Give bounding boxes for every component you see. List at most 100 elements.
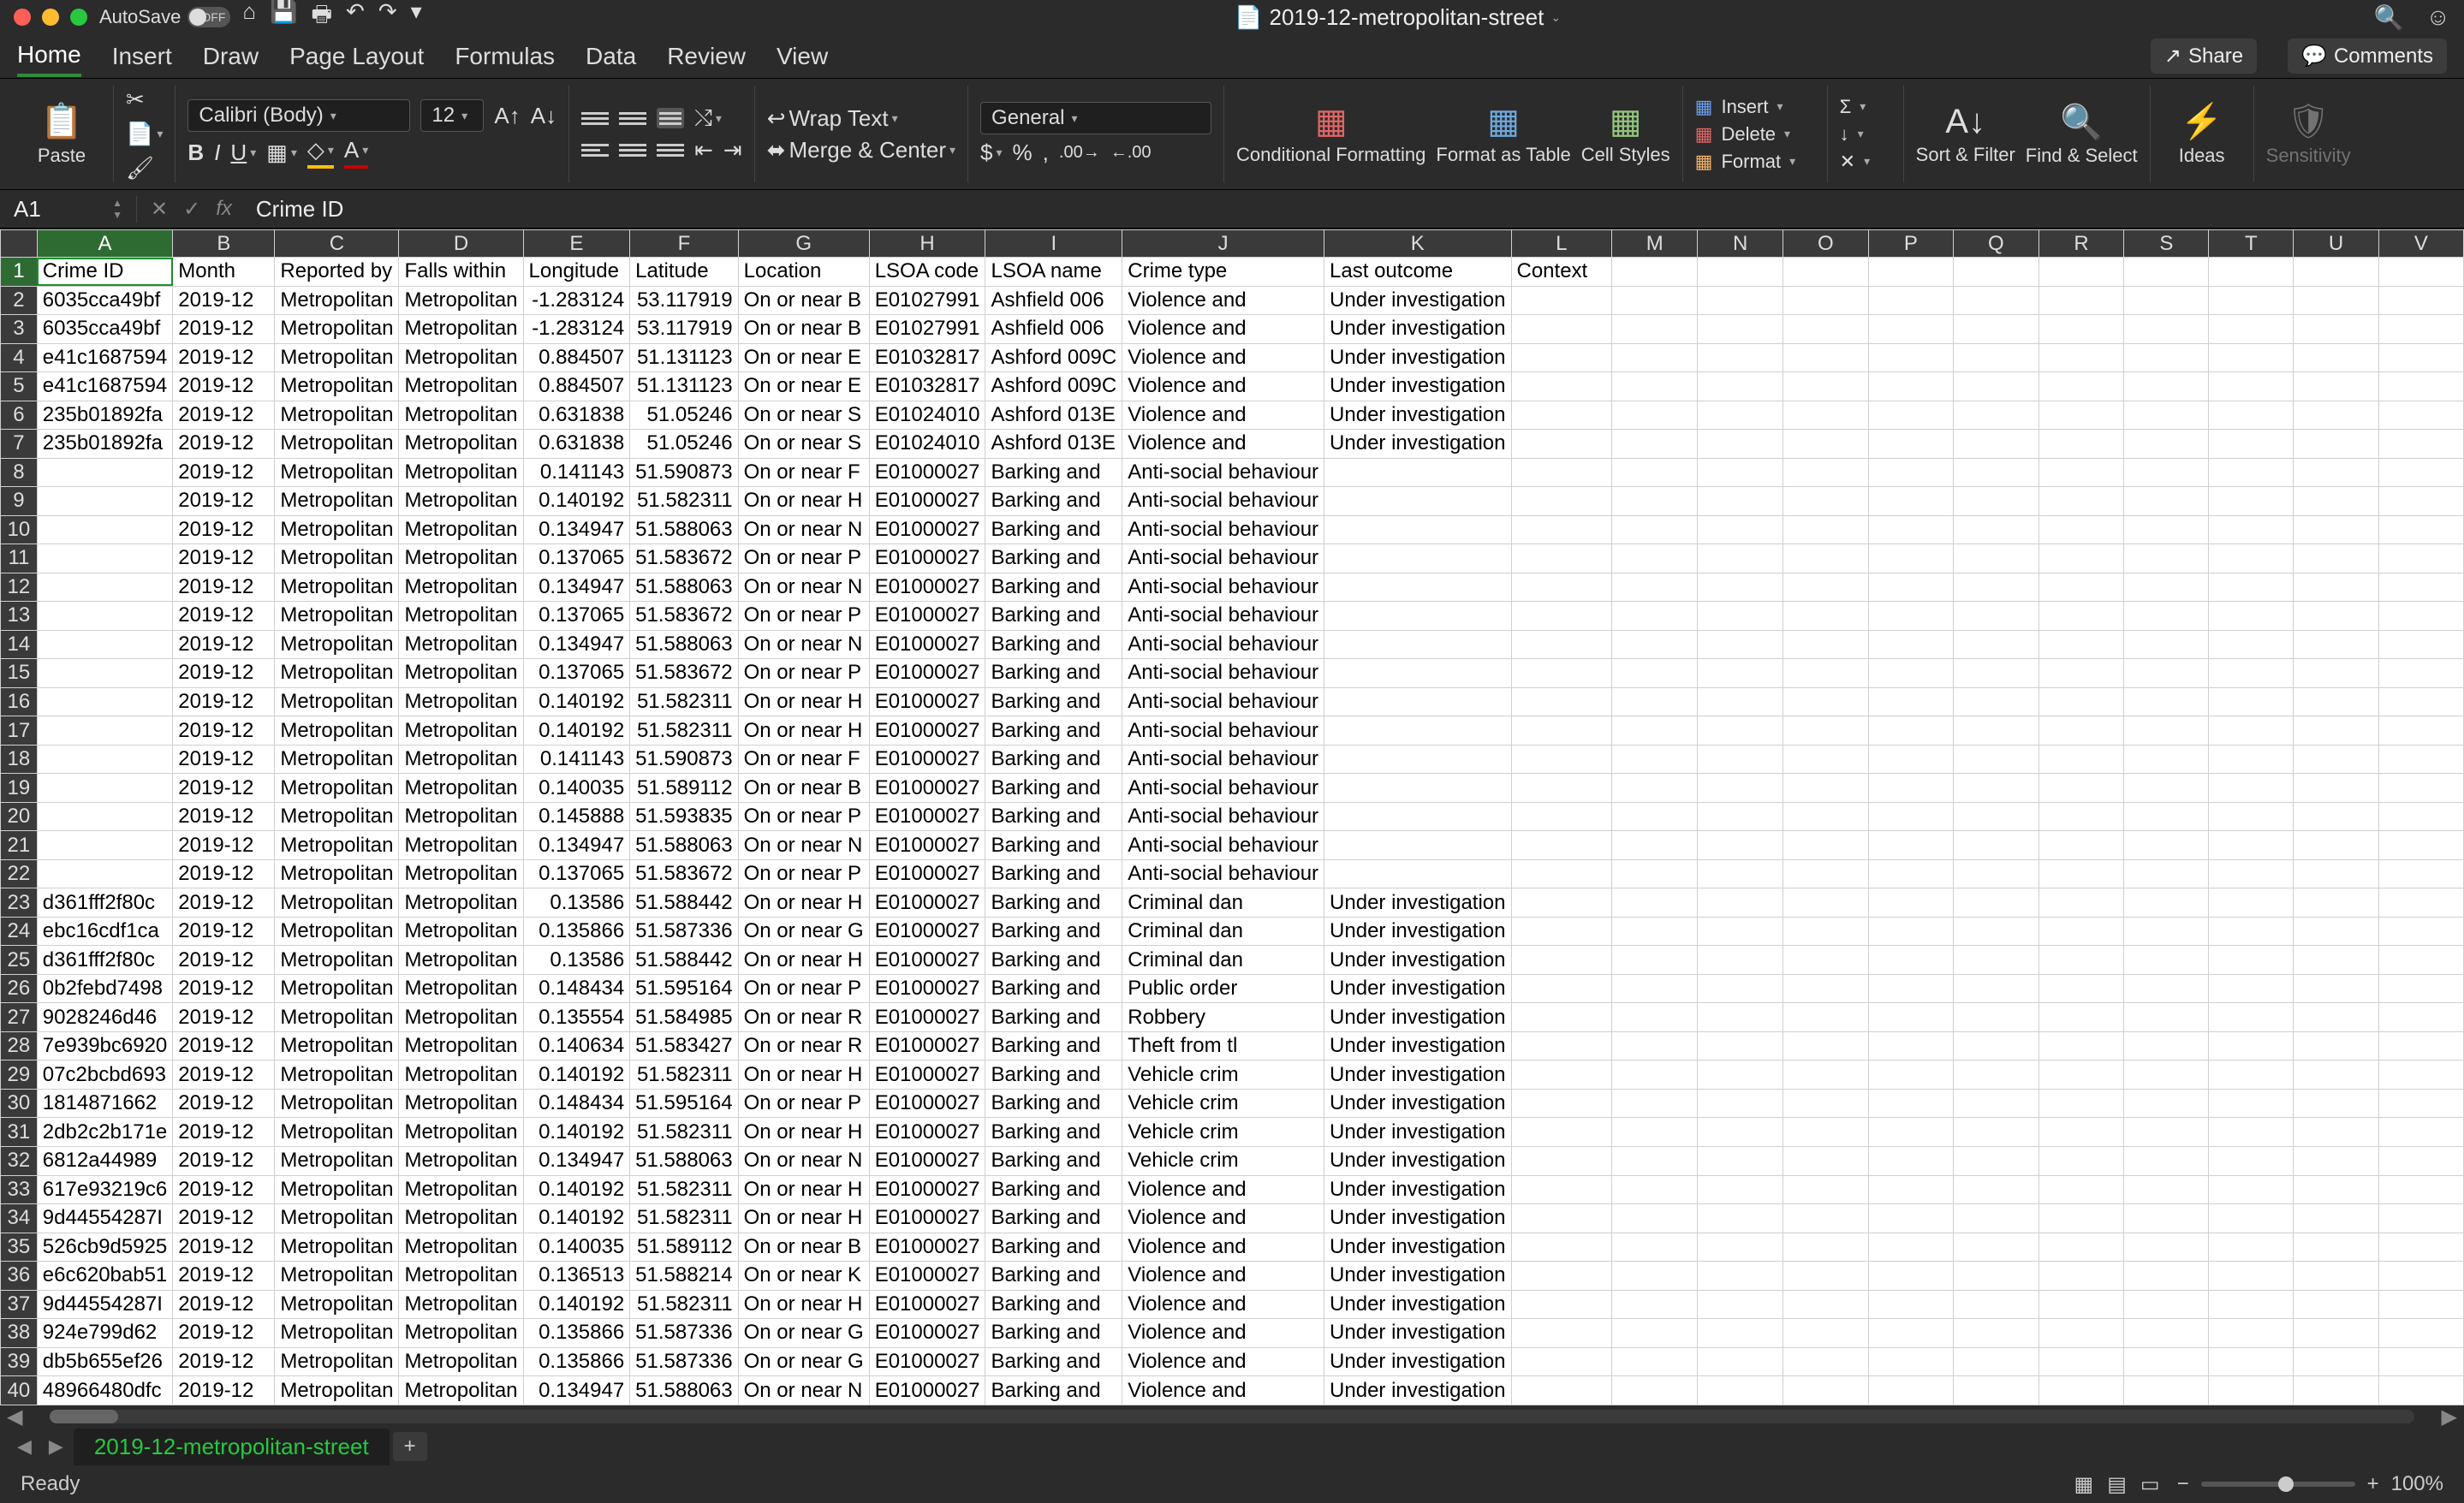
- cell-H11[interactable]: E01000027: [869, 544, 985, 573]
- col-header-K[interactable]: K: [1324, 230, 1511, 258]
- cell-J38[interactable]: Violence and: [1122, 1319, 1324, 1348]
- cell-D37[interactable]: Metropolitan: [399, 1290, 523, 1319]
- cell-F9[interactable]: 51.582311: [630, 487, 738, 516]
- cell-C3[interactable]: Metropolitan: [275, 315, 399, 344]
- cell-Q6[interactable]: [1953, 401, 2038, 430]
- cell-B12[interactable]: 2019-12: [173, 573, 275, 602]
- cell-A2[interactable]: 6035cca49bf: [37, 286, 172, 315]
- cell-N38[interactable]: [1698, 1319, 1783, 1348]
- cell-Q30[interactable]: [1953, 1089, 2038, 1118]
- cell-P27[interactable]: [1868, 1003, 1953, 1032]
- cell-V28[interactable]: [2378, 1031, 2463, 1060]
- cell-N22[interactable]: [1698, 859, 1783, 888]
- cell-C27[interactable]: Metropolitan: [275, 1003, 399, 1032]
- cell-C17[interactable]: Metropolitan: [275, 716, 399, 746]
- cell-L27[interactable]: [1511, 1003, 1612, 1032]
- cell-S37[interactable]: [2124, 1290, 2209, 1319]
- font-name-select[interactable]: Calibri (Body)▾: [187, 99, 410, 132]
- cell-N13[interactable]: [1698, 602, 1783, 631]
- cell-T27[interactable]: [2209, 1003, 2294, 1032]
- cell-T37[interactable]: [2209, 1290, 2294, 1319]
- cell-G35[interactable]: On or near B: [738, 1233, 869, 1262]
- cell-Q36[interactable]: [1953, 1262, 2038, 1291]
- cell-Q35[interactable]: [1953, 1233, 2038, 1262]
- cell-V35[interactable]: [2378, 1233, 2463, 1262]
- cell-L3[interactable]: [1511, 315, 1612, 344]
- cell-E25[interactable]: 0.13586: [523, 946, 630, 975]
- cell-L15[interactable]: [1511, 659, 1612, 688]
- cell-O5[interactable]: [1783, 372, 1868, 401]
- clear-button[interactable]: ✕▾: [1840, 151, 1891, 173]
- cell-T18[interactable]: [2209, 745, 2294, 774]
- row-header-4[interactable]: 4: [1, 343, 38, 372]
- cell-J28[interactable]: Theft from tl: [1122, 1031, 1324, 1060]
- cell-P36[interactable]: [1868, 1262, 1953, 1291]
- cell-L11[interactable]: [1511, 544, 1612, 573]
- cell-J26[interactable]: Public order: [1122, 974, 1324, 1003]
- col-header-B[interactable]: B: [173, 230, 275, 258]
- cell-R33[interactable]: [2038, 1175, 2124, 1204]
- row-header-8[interactable]: 8: [1, 458, 38, 487]
- cell-R32[interactable]: [2038, 1146, 2124, 1175]
- cell-Q3[interactable]: [1953, 315, 2038, 344]
- font-color-button[interactable]: A▾: [344, 137, 368, 169]
- cell-C32[interactable]: Metropolitan: [275, 1146, 399, 1175]
- cell-D35[interactable]: Metropolitan: [399, 1233, 523, 1262]
- cell-F3[interactable]: 53.117919: [630, 315, 738, 344]
- cell-G38[interactable]: On or near G: [738, 1319, 869, 1348]
- cell-A9[interactable]: [37, 487, 172, 516]
- italic-button[interactable]: I: [214, 140, 220, 166]
- cell-G13[interactable]: On or near P: [738, 602, 869, 631]
- cell-G28[interactable]: On or near R: [738, 1031, 869, 1060]
- cell-J39[interactable]: Violence and: [1122, 1347, 1324, 1376]
- cell-P23[interactable]: [1868, 888, 1953, 918]
- cell-C29[interactable]: Metropolitan: [275, 1060, 399, 1090]
- decrease-indent-icon[interactable]: ⇤: [694, 137, 713, 163]
- cell-K32[interactable]: Under investigation: [1324, 1146, 1511, 1175]
- cell-F36[interactable]: 51.588214: [630, 1262, 738, 1291]
- cell-S19[interactable]: [2124, 774, 2209, 803]
- cell-H20[interactable]: E01000027: [869, 802, 985, 831]
- cell-N18[interactable]: [1698, 745, 1783, 774]
- cell-P18[interactable]: [1868, 745, 1953, 774]
- zoom-slider[interactable]: [2201, 1482, 2355, 1487]
- cell-R17[interactable]: [2038, 716, 2124, 746]
- cell-V33[interactable]: [2378, 1175, 2463, 1204]
- cell-B15[interactable]: 2019-12: [173, 659, 275, 688]
- cell-M5[interactable]: [1612, 372, 1698, 401]
- row-header-34[interactable]: 34: [1, 1204, 38, 1233]
- cell-M40[interactable]: [1612, 1376, 1698, 1405]
- cell-C38[interactable]: Metropolitan: [275, 1319, 399, 1348]
- document-title[interactable]: 📄 2019-12-metropolitan-street ⌄: [434, 4, 2362, 31]
- cell-I15[interactable]: Barking and: [985, 659, 1122, 688]
- col-header-F[interactable]: F: [630, 230, 738, 258]
- cell-I27[interactable]: Barking and: [985, 1003, 1122, 1032]
- cell-D6[interactable]: Metropolitan: [399, 401, 523, 430]
- cell-P19[interactable]: [1868, 774, 1953, 803]
- cell-J32[interactable]: Vehicle crim: [1122, 1146, 1324, 1175]
- cell-U24[interactable]: [2294, 917, 2379, 946]
- increase-decimal-icon[interactable]: .00→: [1059, 143, 1100, 163]
- cell-L40[interactable]: [1511, 1376, 1612, 1405]
- tab-view[interactable]: View: [777, 38, 828, 75]
- cell-A28[interactable]: 7e939bc6920: [37, 1031, 172, 1060]
- cell-D30[interactable]: Metropolitan: [399, 1089, 523, 1118]
- cell-I5[interactable]: Ashford 009C: [985, 372, 1122, 401]
- cell-V13[interactable]: [2378, 602, 2463, 631]
- qat-dropdown-icon[interactable]: ▾: [411, 0, 422, 36]
- cell-H7[interactable]: E01024010: [869, 430, 985, 459]
- cell-U35[interactable]: [2294, 1233, 2379, 1262]
- cell-O9[interactable]: [1783, 487, 1868, 516]
- cell-P33[interactable]: [1868, 1175, 1953, 1204]
- cell-Q21[interactable]: [1953, 831, 2038, 860]
- cell-L21[interactable]: [1511, 831, 1612, 860]
- cell-D5[interactable]: Metropolitan: [399, 372, 523, 401]
- cell-S30[interactable]: [2124, 1089, 2209, 1118]
- cell-F37[interactable]: 51.582311: [630, 1290, 738, 1319]
- sensitivity-button[interactable]: 🛡Sensitivity: [2266, 101, 2351, 167]
- cell-A7[interactable]: 235b01892fa: [37, 430, 172, 459]
- cell-T6[interactable]: [2209, 401, 2294, 430]
- cell-U23[interactable]: [2294, 888, 2379, 918]
- cell-U8[interactable]: [2294, 458, 2379, 487]
- row-header-3[interactable]: 3: [1, 315, 38, 344]
